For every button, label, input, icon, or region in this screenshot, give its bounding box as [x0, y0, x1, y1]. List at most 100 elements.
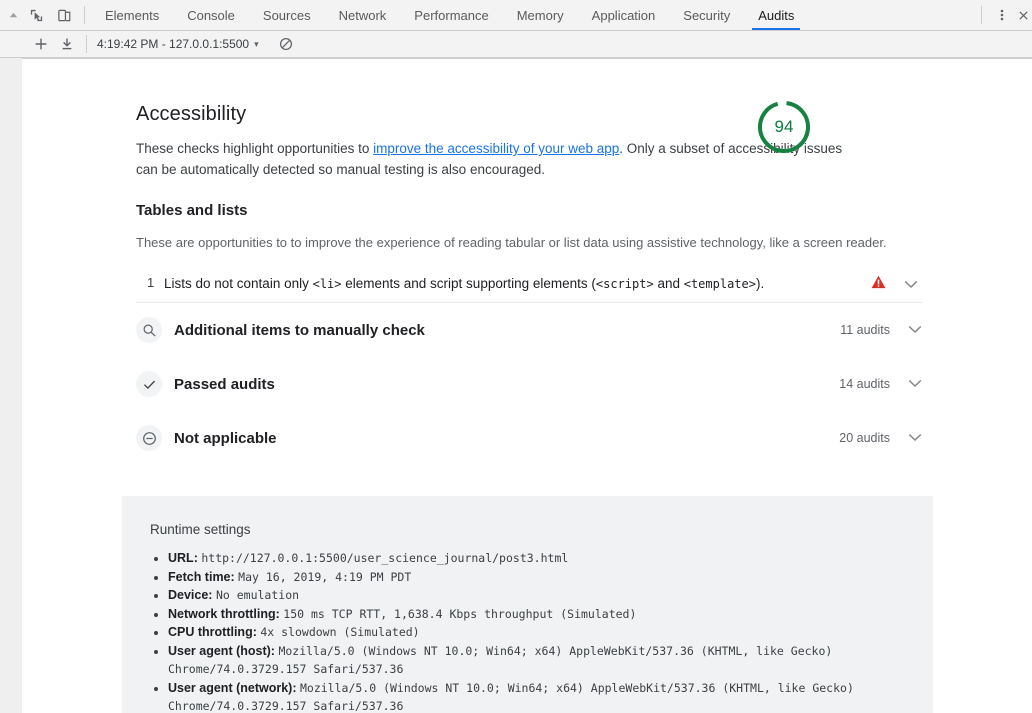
audit-text-part: and: [653, 276, 684, 291]
runtime-settings-title: Runtime settings: [150, 522, 251, 537]
score-gauge: 94: [756, 99, 812, 155]
audit-text-part: Lists do not contain only: [164, 276, 313, 291]
runtime-key: Device:: [168, 588, 213, 602]
audit-flags: [871, 275, 922, 294]
runtime-item-user-agent-host: User agent (host): Mozilla/5.0 (Windows …: [168, 642, 933, 679]
group-not-applicable[interactable]: Not applicable 20 audits: [136, 411, 922, 465]
audit-section-tables-and-lists: Tables and lists These are opportunities…: [22, 180, 946, 302]
runtime-value: No emulation: [215, 588, 300, 602]
runtime-settings-panel: Runtime settings URL: http://127.0.0.1:5…: [122, 496, 933, 713]
minus-circle-icon: [136, 425, 162, 451]
runtime-item-network-throttling: Network throttling: 150 ms TCP RTT, 1,63…: [168, 605, 933, 624]
warning-icon: [871, 275, 886, 294]
group-additional-items[interactable]: Additional items to manually check 11 au…: [136, 303, 922, 357]
accessibility-docs-link[interactable]: improve the accessibility of your web ap…: [373, 141, 619, 156]
toolbar-separator: [84, 6, 85, 24]
runtime-key: Network throttling:: [168, 606, 280, 621]
toolbar-separator: [981, 6, 982, 24]
runtime-settings-list: URL: http://127.0.0.1:5500/user_science_…: [150, 549, 933, 713]
section-title: Tables and lists: [136, 202, 248, 219]
report-content: Accessibility These checks highlight opp…: [22, 59, 1032, 713]
page-title: Accessibility: [136, 103, 247, 125]
toolbar-separator: [86, 35, 87, 53]
runtime-key: User agent (network):: [168, 680, 297, 695]
audit-report-panel[interactable]: Accessibility These checks highlight opp…: [22, 58, 1032, 713]
device-toolbar-icon[interactable]: [50, 1, 78, 29]
tab-console[interactable]: Console: [173, 0, 249, 30]
tab-bar-right-tools: [975, 0, 1032, 30]
tab-label: Application: [591, 7, 656, 23]
chevron-down-icon[interactable]: [908, 321, 922, 339]
tab-security[interactable]: Security: [669, 0, 744, 30]
tab-label: Memory: [516, 7, 564, 23]
export-report-button[interactable]: [54, 33, 80, 55]
clear-all-button[interactable]: [273, 33, 299, 55]
runtime-value: http://127.0.0.1:5500/user_science_journ…: [201, 551, 569, 565]
audit-text-part: ).: [755, 276, 765, 291]
runtime-value: 150 ms TCP RTT, 1,638.4 Kbps throughput …: [283, 606, 637, 621]
group-count: 14 audits: [839, 377, 890, 391]
tab-application[interactable]: Application: [578, 0, 670, 30]
audit-text-part: elements and script supporting elements …: [341, 276, 596, 291]
inspect-element-icon[interactable]: [22, 1, 50, 29]
left-rail: [0, 58, 22, 713]
chevron-down-icon[interactable]: [908, 375, 922, 393]
audit-run-label: 4:19:42 PM - 127.0.0.1:5500: [97, 37, 250, 51]
tab-bar-left-tools: [0, 0, 91, 30]
search-icon: [136, 317, 162, 343]
group-label: Passed audits: [174, 375, 275, 393]
audit-index: 1: [147, 275, 155, 290]
runtime-key: URL:: [168, 551, 198, 565]
tab-label: Security: [683, 7, 731, 23]
audit-item[interactable]: 1 Lists do not contain only <li> element…: [136, 269, 922, 302]
category-header: Accessibility These checks highlight opp…: [22, 59, 946, 180]
check-icon: [136, 371, 162, 397]
runtime-item-cpu-throttling: CPU throttling: 4x slowdown (Simulated): [168, 623, 933, 642]
new-audit-button[interactable]: [28, 33, 54, 55]
group-label: Not applicable: [174, 429, 277, 447]
tab-label: Network: [338, 7, 387, 23]
audit-code-part: <script>: [595, 277, 654, 291]
audits-toolbar: 4:19:42 PM - 127.0.0.1:5500 ▾: [0, 31, 1032, 58]
chevron-down-icon[interactable]: [904, 276, 918, 294]
tab-label: Sources: [262, 7, 311, 23]
category-description: These checks highlight opportunities to …: [136, 138, 848, 180]
devtools-tab-bar: Elements Console Sources Network Perform…: [0, 0, 1032, 31]
runtime-value: May 16, 2019, 4:19 PM PDT: [238, 569, 412, 584]
chevron-down-icon[interactable]: [908, 429, 922, 447]
tab-network[interactable]: Network: [325, 0, 401, 30]
devtools-window: Elements Console Sources Network Perform…: [0, 0, 1032, 713]
runtime-key: User agent (host):: [168, 643, 275, 658]
runtime-item-url: URL: http://127.0.0.1:5500/user_science_…: [168, 549, 933, 568]
audit-code-part: <li>: [312, 277, 342, 291]
tab-label: Elements: [105, 7, 160, 23]
tab-performance[interactable]: Performance: [400, 0, 502, 30]
tab-label: Audits: [758, 7, 795, 23]
runtime-value: 4x slowdown (Simulated): [260, 625, 420, 639]
close-devtools-icon[interactable]: [1016, 1, 1030, 29]
desc-before: These checks highlight opportunities to: [136, 141, 374, 156]
tab-sources[interactable]: Sources: [249, 0, 325, 30]
runtime-item-device: Device: No emulation: [168, 586, 933, 605]
tab-label: Performance: [414, 7, 489, 23]
tab-audits[interactable]: Audits: [744, 0, 808, 30]
tab-memory[interactable]: Memory: [503, 0, 578, 30]
tab-label: Console: [187, 7, 235, 23]
caret-up-icon[interactable]: [4, 0, 22, 30]
section-description: These are opportunities to to improve th…: [136, 235, 887, 250]
more-options-icon[interactable]: [988, 1, 1016, 29]
group-count: 20 audits: [839, 431, 890, 445]
tab-elements[interactable]: Elements: [91, 0, 173, 30]
audit-run-selector[interactable]: 4:19:42 PM - 127.0.0.1:5500 ▾: [93, 37, 263, 51]
runtime-key: Fetch time:: [168, 569, 235, 584]
score-value: 94: [774, 117, 794, 136]
runtime-item-fetch-time: Fetch time: May 16, 2019, 4:19 PM PDT: [168, 568, 933, 587]
audit-code-part: <template>: [683, 277, 756, 291]
group-count: 11 audits: [840, 323, 890, 337]
group-label: Additional items to manually check: [174, 321, 425, 339]
chevron-down-icon: ▾: [254, 38, 259, 49]
panel-tabs: Elements Console Sources Network Perform…: [91, 0, 975, 30]
runtime-item-user-agent-network: User agent (network): Mozilla/5.0 (Windo…: [168, 679, 933, 713]
group-passed-audits[interactable]: Passed audits 14 audits: [136, 357, 922, 411]
runtime-key: CPU throttling:: [168, 625, 257, 639]
